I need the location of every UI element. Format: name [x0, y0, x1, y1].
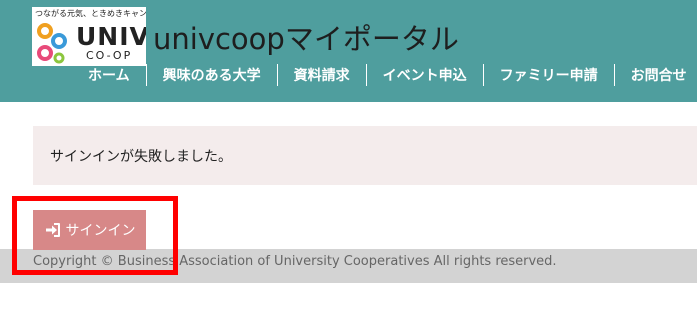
nav-item-contact[interactable]: お問合せ — [615, 65, 697, 85]
site-title: univcoopマイポータル — [153, 22, 459, 56]
main-nav: ホーム 興味のある大学 資料請求 イベント申込 ファミリー申請 お問合せ — [72, 63, 697, 87]
logo-tagline: つながる元気、ときめきキャンパス。 — [35, 9, 146, 18]
sign-in-icon — [45, 223, 60, 237]
logo-subtext: CO-OP — [86, 49, 133, 62]
alert-message: サインインが失敗しました。 — [50, 149, 232, 165]
site-footer: Copyright © Business Association of Univ… — [0, 249, 697, 283]
nav-item-home[interactable]: ホーム — [72, 65, 146, 85]
coop-logo-mark-icon — [37, 23, 67, 64]
signin-button[interactable]: サインイン — [33, 210, 146, 250]
site-header: つながる元気、ときめきキャンパス。 UNIV. CO-OP univcoopマイ… — [0, 0, 697, 102]
logo-wordmark: UNIV. — [76, 22, 146, 51]
signin-error-alert: サインインが失敗しました。 — [33, 126, 697, 185]
coop-logo[interactable]: つながる元気、ときめきキャンパス。 UNIV. CO-OP — [32, 7, 146, 66]
copyright-text: Copyright © Business Association of Univ… — [33, 254, 557, 269]
nav-item-brochure-request[interactable]: 資料請求 — [278, 65, 366, 85]
nav-item-family-application[interactable]: ファミリー申請 — [484, 65, 614, 85]
nav-item-interested-universities[interactable]: 興味のある大学 — [147, 65, 277, 85]
nav-item-event-application[interactable]: イベント申込 — [367, 65, 483, 85]
signin-button-label: サインイン — [65, 223, 136, 239]
